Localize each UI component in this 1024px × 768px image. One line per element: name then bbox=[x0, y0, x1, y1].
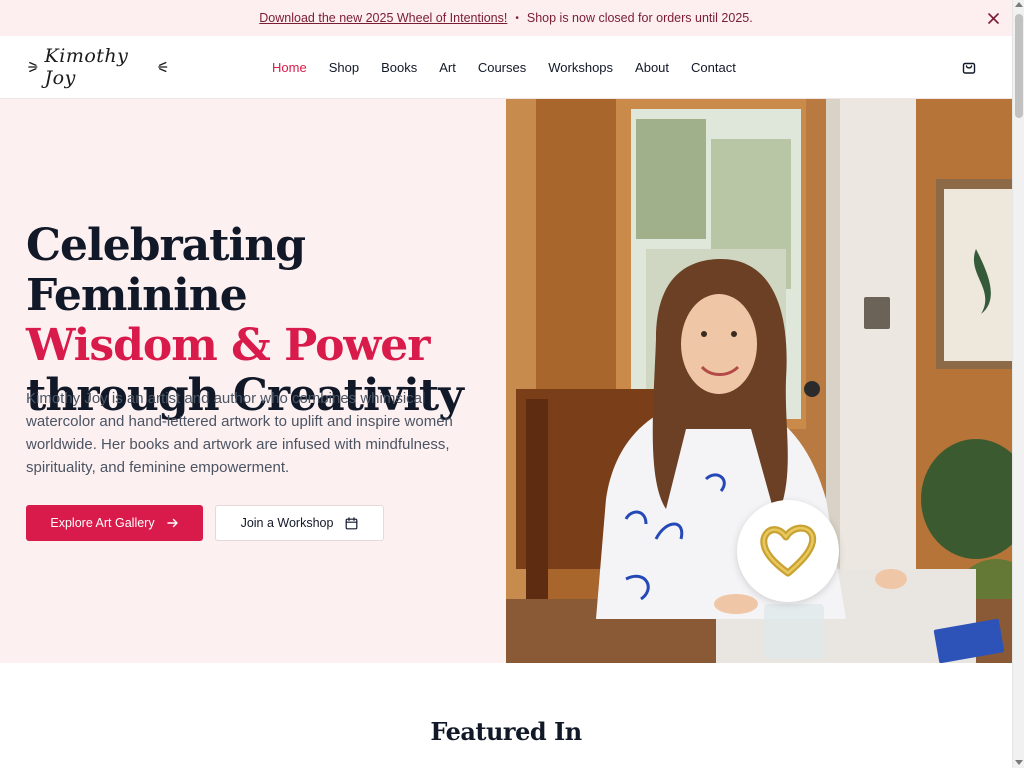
nav-workshops[interactable]: Workshops bbox=[548, 60, 613, 75]
nav-contact[interactable]: Contact bbox=[691, 60, 736, 75]
logo-sparkle-right-icon bbox=[158, 61, 168, 73]
explore-art-gallery-button[interactable]: Explore Art Gallery bbox=[26, 505, 203, 541]
logo-text: Kimothy Joy bbox=[44, 45, 129, 89]
announcement-bar: Download the new 2025 Wheel of Intention… bbox=[0, 0, 1012, 36]
heart-badge bbox=[737, 500, 839, 602]
scrollbar-thumb[interactable] bbox=[1015, 14, 1023, 118]
hero-description: Kimothy Joy is an artist and author who … bbox=[26, 390, 453, 476]
main-nav: Home Shop Books Art Courses Workshops Ab… bbox=[272, 36, 758, 99]
featured-section: Featured In bbox=[0, 663, 1012, 768]
gold-heart-icon bbox=[760, 524, 817, 577]
page-scrollbar[interactable] bbox=[1012, 0, 1024, 768]
nav-books[interactable]: Books bbox=[381, 60, 417, 75]
announcement-message: Shop is now closed for orders until 2025… bbox=[526, 11, 753, 25]
close-icon[interactable] bbox=[984, 9, 1002, 27]
nav-about[interactable]: About bbox=[635, 60, 669, 75]
nav-home[interactable]: Home bbox=[272, 60, 307, 75]
site-logo[interactable]: Kimothy Joy bbox=[28, 45, 168, 89]
announcement-separator: • bbox=[515, 12, 519, 24]
shopping-bag-icon[interactable] bbox=[961, 59, 979, 77]
nav-art[interactable]: Art bbox=[439, 60, 456, 75]
featured-heading: Featured In bbox=[430, 717, 582, 746]
arrow-right-icon bbox=[166, 515, 179, 531]
site-header: Kimothy Joy Home Shop Books Art Courses … bbox=[0, 36, 1012, 99]
scroll-down-arrow-icon[interactable] bbox=[1015, 760, 1023, 765]
logo-sparkle-left-icon bbox=[28, 61, 38, 73]
explore-art-gallery-label: Explore Art Gallery bbox=[50, 516, 155, 530]
announcement-link[interactable]: Download the new 2025 Wheel of Intention… bbox=[259, 11, 507, 25]
calendar-icon bbox=[345, 516, 358, 530]
hero-title-accent: Wisdom & Power bbox=[26, 320, 430, 371]
hero-title-line-1: Celebrating Feminine bbox=[26, 220, 306, 321]
hero-section: Celebrating Feminine Wisdom & Power thro… bbox=[0, 99, 506, 663]
nav-courses[interactable]: Courses bbox=[478, 60, 526, 75]
join-workshop-button[interactable]: Join a Workshop bbox=[215, 505, 384, 541]
nav-shop[interactable]: Shop bbox=[329, 60, 359, 75]
scroll-up-arrow-icon[interactable] bbox=[1015, 2, 1023, 7]
join-workshop-label: Join a Workshop bbox=[240, 516, 334, 530]
